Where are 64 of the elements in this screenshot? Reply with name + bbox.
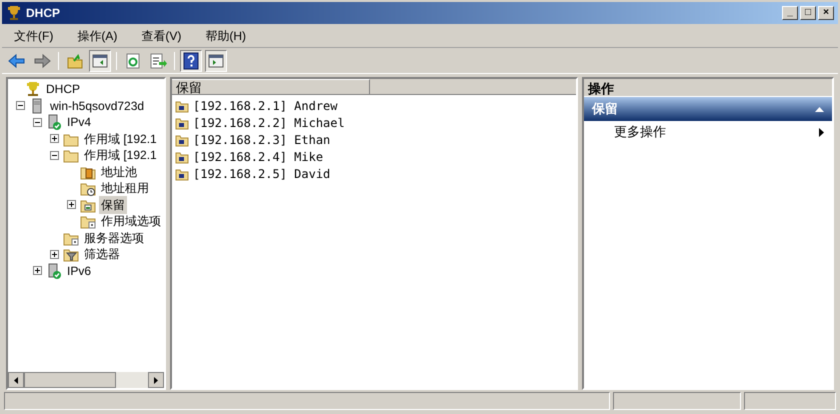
toolbar-button[interactable]: [89, 50, 111, 72]
expand-icon[interactable]: [50, 250, 59, 259]
folder-icon: [175, 166, 189, 180]
column-header[interactable]: 保留: [172, 79, 370, 95]
close-button[interactable]: ×: [818, 6, 834, 20]
folder-icon: [175, 116, 189, 130]
toolbar-button[interactable]: [180, 50, 202, 72]
tree-item[interactable]: 服务器选项: [82, 228, 146, 247]
tree-item[interactable]: 作用域选项: [99, 212, 163, 230]
minimize-button[interactable]: _: [782, 6, 798, 20]
horizontal-scrollbar[interactable]: [8, 372, 164, 388]
maximize-button[interactable]: □: [800, 6, 816, 20]
export-list-icon: [149, 52, 167, 70]
submenu-arrow-icon: [819, 128, 824, 136]
menu-item[interactable]: 查看(V): [137, 26, 186, 44]
tree-item[interactable]: IPv4: [65, 113, 94, 132]
refresh-icon: [124, 52, 142, 70]
tree-item[interactable]: IPv6: [65, 262, 94, 280]
collapse-icon[interactable]: [50, 150, 59, 160]
section-title: 保留: [592, 100, 618, 118]
folder-icon: [175, 150, 189, 164]
actions-header: 操作: [584, 79, 832, 97]
window-title: DHCP: [26, 5, 60, 22]
list-item[interactable]: [192.168.2.3] Ethan: [193, 130, 330, 148]
pane-icon: [91, 52, 109, 70]
pane-icon: [207, 52, 225, 70]
forward-arrow-icon: [33, 52, 51, 70]
scroll-thumb[interactable]: [24, 372, 116, 388]
expand-icon[interactable]: [67, 200, 76, 210]
tree-item[interactable]: 作用域 [192.1: [82, 130, 159, 148]
collapse-icon[interactable]: [33, 118, 42, 127]
tree-item[interactable]: 保留: [99, 196, 127, 214]
action-item[interactable]: 更多操作: [584, 121, 832, 143]
list-item[interactable]: [192.168.2.5] David: [193, 164, 330, 182]
tree-item[interactable]: 作用域 [192.1: [82, 146, 159, 164]
tree-item[interactable]: win-h5qsovd723d: [48, 96, 146, 115]
tree-item[interactable]: 筛选器: [82, 245, 122, 264]
menu-item[interactable]: 帮助(H): [201, 26, 250, 44]
server-check-icon: [46, 262, 62, 279]
server-check-icon: [46, 114, 62, 130]
menu-item[interactable]: 操作(A): [73, 26, 122, 44]
tree-item[interactable]: 地址池: [99, 162, 139, 181]
expand-icon[interactable]: [33, 266, 42, 276]
left-arrow-icon: [14, 376, 18, 384]
back-arrow-icon: [8, 52, 26, 70]
expand-icon[interactable]: [50, 134, 59, 144]
right-arrow-icon: [154, 376, 158, 384]
tree-item[interactable]: DHCP: [44, 80, 82, 98]
scroll-left-button[interactable]: [8, 372, 24, 388]
list-item[interactable]: [192.168.2.2] Michael: [193, 114, 345, 132]
collapse-icon[interactable]: [16, 101, 25, 110]
list-item[interactable]: [192.168.2.1] Andrew: [193, 96, 338, 114]
menu-item[interactable]: 文件(F): [10, 26, 58, 44]
folder-icon: [66, 52, 84, 70]
actions-section-header[interactable]: 保留: [584, 97, 832, 121]
folder-icon: [175, 98, 189, 112]
tree-item[interactable]: 地址租用: [99, 179, 151, 198]
folder-icon: [175, 132, 189, 146]
trophy-icon: [6, 5, 22, 21]
toolbar-button[interactable]: [205, 50, 227, 72]
help-icon: [182, 52, 200, 70]
trophy-icon: [25, 81, 41, 98]
scroll-right-button[interactable]: [148, 372, 164, 388]
list-item[interactable]: [192.168.2.4] Mike: [193, 148, 324, 166]
